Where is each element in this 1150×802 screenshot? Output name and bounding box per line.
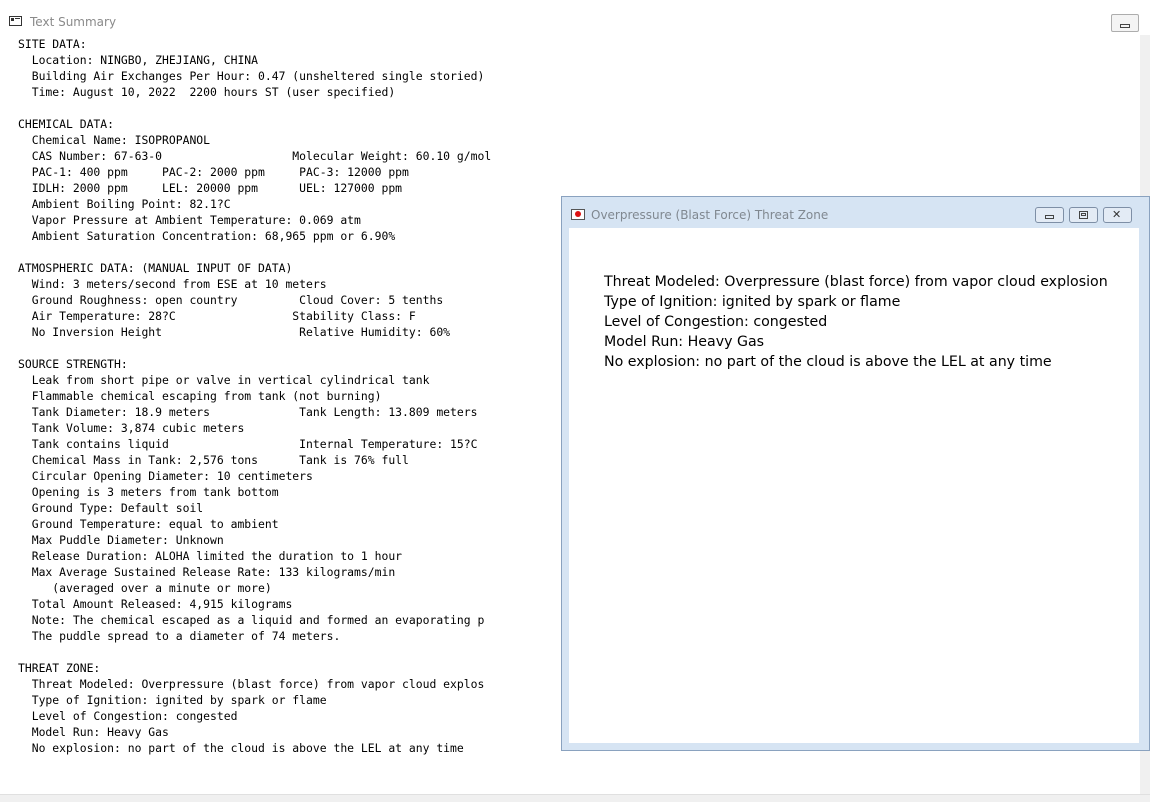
summary-text[interactable]: SITE DATA: Location: NINGBO, ZHEJIANG, C… (18, 36, 491, 756)
summary-line: Chemical Name: ISOPROPANOL (18, 133, 211, 147)
summary-line: Model Run: Heavy Gas (18, 725, 169, 739)
threat-minimize-button[interactable] (1035, 207, 1064, 223)
summary-line: Flammable chemical escaping from tank (n… (18, 389, 382, 403)
threat-close-button[interactable] (1103, 207, 1132, 223)
threat-zone-title: Overpressure (Blast Force) Threat Zone (591, 208, 829, 222)
threat-line: Type of Ignition: ignited by spark or fl… (604, 294, 901, 310)
summary-line: Max Puddle Diameter: Unknown (18, 533, 224, 547)
summary-line: PAC-1: 400 ppm PAC-2: 2000 ppm PAC-3: 12… (18, 165, 409, 179)
threat-maximize-button[interactable] (1069, 207, 1098, 223)
summary-line: Air Temperature: 28?C Stability Class: F (18, 309, 416, 323)
summary-line: (averaged over a minute or more) (18, 581, 272, 595)
summary-line: Location: NINGBO, ZHEJIANG, CHINA (18, 53, 259, 67)
summary-line: THREAT ZONE: (18, 661, 101, 675)
threat-zone-text: Threat Modeled: Overpressure (blast forc… (604, 272, 1108, 372)
window-border-bottom (0, 794, 1150, 802)
summary-line: ATMOSPHERIC DATA: (MANUAL INPUT OF DATA) (18, 261, 293, 275)
summary-line: Opening is 3 meters from tank bottom (18, 485, 279, 499)
summary-line: Tank Volume: 3,874 cubic meters (18, 421, 245, 435)
summary-line: SOURCE STRENGTH: (18, 357, 128, 371)
summary-line: Ground Temperature: equal to ambient (18, 517, 279, 531)
summary-line: Ground Type: Default soil (18, 501, 204, 515)
summary-line: The puddle spread to a diameter of 74 me… (18, 629, 341, 643)
summary-line: SITE DATA: (18, 37, 87, 51)
threat-zone-titlebar[interactable]: Overpressure (Blast Force) Threat Zone (562, 197, 1149, 227)
summary-line: Tank Diameter: 18.9 meters Tank Length: … (18, 405, 478, 419)
summary-line: No explosion: no part of the cloud is ab… (18, 741, 464, 755)
summary-line: Building Air Exchanges Per Hour: 0.47 (u… (18, 69, 485, 83)
summary-line: Ambient Boiling Point: 82.1?C (18, 197, 231, 211)
summary-line: Circular Opening Diameter: 10 centimeter… (18, 469, 313, 483)
summary-line: Level of Congestion: congested (18, 709, 238, 723)
summary-line: CAS Number: 67-63-0 Molecular Weight: 60… (18, 149, 492, 163)
threat-line: Threat Modeled: Overpressure (blast forc… (604, 274, 1108, 290)
summary-line: Time: August 10, 2022 2200 hours ST (use… (18, 85, 396, 99)
summary-line: IDLH: 2000 ppm LEL: 20000 ppm UEL: 12700… (18, 181, 403, 195)
threat-line: Model Run: Heavy Gas (604, 334, 765, 350)
aloha-threat-icon[interactable] (571, 209, 585, 220)
summary-line: Max Average Sustained Release Rate: 133 … (18, 565, 396, 579)
text-summary-titlebar[interactable]: Text Summary (0, 8, 1150, 35)
minimize-button[interactable] (1111, 14, 1139, 32)
threat-zone-window: Overpressure (Blast Force) Threat Zone T… (561, 196, 1150, 751)
text-summary-title: Text Summary (30, 15, 117, 29)
threat-line: Level of Congestion: congested (604, 314, 828, 330)
threat-zone-content: Threat Modeled: Overpressure (blast forc… (569, 228, 1139, 743)
summary-line: No Inversion Height Relative Humidity: 6… (18, 325, 451, 339)
summary-line (18, 244, 491, 260)
summary-line: Threat Modeled: Overpressure (blast forc… (18, 677, 485, 691)
summary-line: Type of Ignition: ignited by spark or fl… (18, 693, 327, 707)
summary-line: Leak from short pipe or valve in vertica… (18, 373, 430, 387)
summary-line: Ground Roughness: open country Cloud Cov… (18, 293, 444, 307)
summary-line: Release Duration: ALOHA limited the dura… (18, 549, 403, 563)
summary-line: Note: The chemical escaped as a liquid a… (18, 613, 485, 627)
summary-line: Total Amount Released: 4,915 kilograms (18, 597, 293, 611)
summary-line: Chemical Mass in Tank: 2,576 tons Tank i… (18, 453, 409, 467)
summary-line (18, 100, 491, 116)
summary-line: Wind: 3 meters/second from ESE at 10 met… (18, 277, 327, 291)
text-summary-icon[interactable] (9, 16, 22, 26)
summary-line: Tank contains liquid Internal Temperatur… (18, 437, 478, 451)
summary-line: Ambient Saturation Concentration: 68,965… (18, 229, 396, 243)
threat-line: No explosion: no part of the cloud is ab… (604, 354, 1052, 370)
summary-line: Vapor Pressure at Ambient Temperature: 0… (18, 213, 361, 227)
summary-line: CHEMICAL DATA: (18, 117, 115, 131)
summary-line (18, 340, 491, 356)
summary-line (18, 644, 491, 660)
